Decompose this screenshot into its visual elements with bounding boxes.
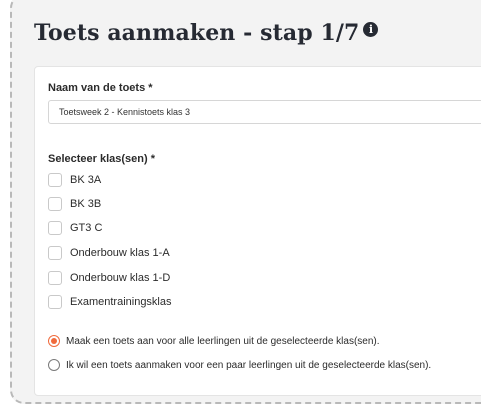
class-option-gt3c[interactable]: GT3 C bbox=[48, 220, 102, 236]
class-checkbox[interactable] bbox=[48, 173, 62, 187]
class-checkbox[interactable] bbox=[48, 197, 62, 211]
page-title-text: Toets aanmaken - stap 1/7 bbox=[34, 20, 360, 46]
class-option-bk3b[interactable]: BK 3B bbox=[48, 196, 101, 212]
scope-radio[interactable] bbox=[48, 359, 60, 371]
class-option-label: BK 3B bbox=[70, 198, 102, 210]
scope-radio-selected[interactable] bbox=[48, 335, 60, 347]
class-option-label: Onderbouw klas 1-D bbox=[70, 272, 171, 284]
class-option-bk3a[interactable]: BK 3A bbox=[48, 172, 101, 188]
class-checkbox[interactable] bbox=[48, 246, 62, 260]
info-icon[interactable]: i bbox=[363, 22, 379, 37]
class-option-label: GT3 C bbox=[70, 222, 103, 234]
scope-option-some-students[interactable]: Ik wil een toets aanmaken voor een paar … bbox=[48, 358, 431, 372]
class-option-label: Onderbouw klas 1-A bbox=[70, 247, 170, 259]
test-name-label: Naam van de toets * bbox=[48, 82, 153, 94]
class-checkbox[interactable] bbox=[48, 295, 62, 309]
class-option-examentraining[interactable]: Examentrainingsklas bbox=[48, 294, 172, 310]
class-select-label: Selecteer klas(sen) * bbox=[48, 153, 156, 165]
test-name-input[interactable]: Toetsweek 2 - Kennistoets klas 3 bbox=[48, 100, 481, 124]
class-option-onderbouw-1a[interactable]: Onderbouw klas 1-A bbox=[48, 245, 170, 261]
class-option-label: BK 3A bbox=[70, 174, 102, 186]
class-option-label: Examentrainingsklas bbox=[70, 296, 172, 308]
scope-option-all-students[interactable]: Maak een toets aan voor alle leerlingen … bbox=[48, 334, 380, 348]
scope-option-label: Maak een toets aan voor alle leerlingen … bbox=[66, 335, 380, 347]
class-checkbox[interactable] bbox=[48, 271, 62, 285]
page-title: Toets aanmaken - stap 1/7 i bbox=[34, 20, 379, 46]
class-option-onderbouw-1d[interactable]: Onderbouw klas 1-D bbox=[48, 270, 170, 286]
scope-option-label: Ik wil een toets aanmaken voor een paar … bbox=[66, 359, 432, 371]
class-checkbox[interactable] bbox=[48, 221, 62, 235]
